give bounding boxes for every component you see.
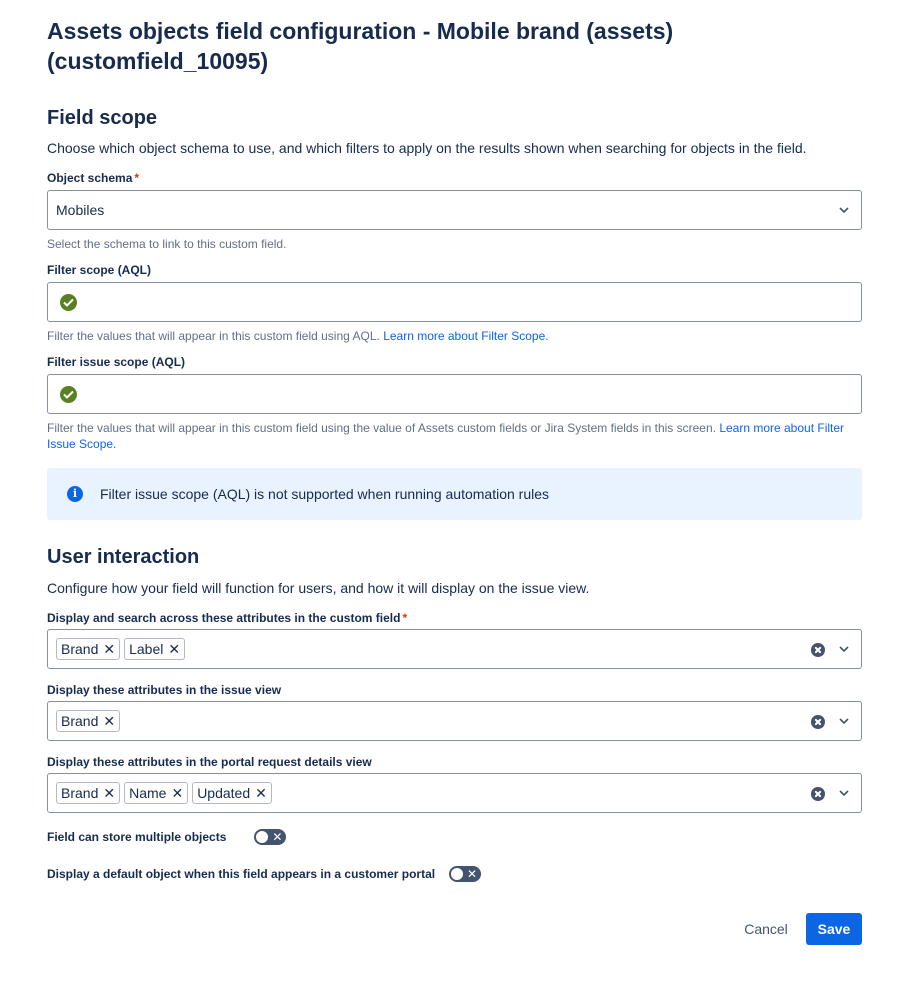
filter-scope-helper: Filter the values that will appear in th… <box>47 328 862 344</box>
chip-list: Brand ✕ Name ✕ Updated ✕ <box>56 782 272 804</box>
chip-list: Brand ✕ Label ✕ <box>56 638 186 660</box>
attribute-chip: Name ✕ <box>124 782 189 804</box>
chevron-down-icon[interactable] <box>839 716 849 726</box>
close-icon: ✕ <box>467 867 478 881</box>
page-title: Assets objects field configuration - Mob… <box>47 18 674 74</box>
chip-list: Brand ✕ <box>56 710 121 732</box>
info-icon: i <box>67 486 83 502</box>
close-icon: ✕ <box>272 830 283 844</box>
attribute-chip: Label ✕ <box>124 638 186 660</box>
portal-view-multiselect[interactable]: Brand ✕ Name ✕ Updated ✕ <box>47 773 862 813</box>
remove-chip-icon[interactable]: ✕ <box>103 786 115 800</box>
save-button[interactable]: Save <box>806 913 862 945</box>
check-circle-icon <box>60 386 77 403</box>
portal-view-label: Display these attributes in the portal r… <box>47 755 372 769</box>
info-section-message: i Filter issue scope (AQL) is not suppor… <box>47 468 862 520</box>
toggle-knob <box>451 868 464 880</box>
multiple-objects-row: Field can store multiple objects ✕ <box>47 829 287 845</box>
learn-more-filter-scope-link[interactable]: Learn more about Filter Scope. <box>383 329 548 343</box>
chip-label: Brand <box>61 785 99 801</box>
default-object-label: Display a default object when this field… <box>47 867 436 881</box>
chip-label: Name <box>129 785 167 801</box>
toggle-knob <box>256 831 269 843</box>
chevron-down-icon[interactable] <box>839 788 849 798</box>
remove-chip-icon[interactable]: ✕ <box>103 642 115 656</box>
filter-scope-label: Filter scope (AQL) <box>47 263 152 277</box>
chip-label: Brand <box>61 641 99 657</box>
display-search-multiselect[interactable]: Brand ✕ Label ✕ <box>47 629 862 669</box>
user-interaction-heading: User interaction <box>47 546 200 568</box>
remove-chip-icon[interactable]: ✕ <box>255 786 267 800</box>
chip-label: Brand <box>61 713 99 729</box>
object-schema-value: Mobiles <box>56 202 105 218</box>
object-schema-label-text: Object schema <box>47 171 133 185</box>
display-search-label-text: Display and search across these attribut… <box>47 611 401 625</box>
clear-icon[interactable] <box>811 715 825 729</box>
filter-issue-scope-helper: Filter the values that will appear in th… <box>47 420 862 452</box>
attribute-chip: Brand ✕ <box>56 710 121 732</box>
filter-issue-scope-input[interactable] <box>47 374 862 414</box>
field-scope-heading: Field scope <box>47 107 158 129</box>
chip-label: Updated <box>197 785 251 801</box>
attribute-chip: Updated ✕ <box>192 782 272 804</box>
check-circle-icon <box>60 294 77 311</box>
info-message-text: Filter issue scope (AQL) is not supporte… <box>100 486 550 502</box>
chip-label: Label <box>129 641 164 657</box>
issue-view-label: Display these attributes in the issue vi… <box>47 683 282 697</box>
filter-scope-helper-text: Filter the values that will appear in th… <box>47 329 380 343</box>
filter-scope-input[interactable] <box>47 282 862 322</box>
clear-icon[interactable] <box>811 787 825 801</box>
field-scope-description: Choose which object schema to use, and w… <box>47 140 807 156</box>
chevron-down-icon[interactable] <box>839 205 849 215</box>
object-schema-select[interactable]: Mobiles <box>47 190 862 230</box>
attribute-chip: Brand ✕ <box>56 638 121 660</box>
multiple-objects-toggle[interactable]: ✕ <box>254 829 287 845</box>
object-schema-label: Object schema * <box>47 171 139 185</box>
default-object-row: Display a default object when this field… <box>47 866 482 882</box>
issue-view-multiselect[interactable]: Brand ✕ <box>47 701 862 741</box>
default-object-toggle[interactable]: ✕ <box>449 866 482 882</box>
remove-chip-icon[interactable]: ✕ <box>171 786 183 800</box>
required-mark: * <box>402 611 408 625</box>
remove-chip-icon[interactable]: ✕ <box>168 642 180 656</box>
clear-icon[interactable] <box>811 643 825 657</box>
filter-issue-scope-helper-text: Filter the values that will appear in th… <box>47 421 716 435</box>
cancel-button[interactable]: Cancel <box>731 913 801 945</box>
multiple-objects-label: Field can store multiple objects <box>47 830 227 844</box>
remove-chip-icon[interactable]: ✕ <box>103 714 115 728</box>
chevron-down-icon[interactable] <box>839 644 849 654</box>
filter-issue-scope-label: Filter issue scope (AQL) <box>47 355 186 369</box>
attribute-chip: Brand ✕ <box>56 782 121 804</box>
object-schema-helper: Select the schema to link to this custom… <box>47 237 287 251</box>
user-interaction-description: Configure how your field will function f… <box>47 580 590 596</box>
display-search-label: Display and search across these attribut… <box>47 611 407 625</box>
required-mark: * <box>134 171 140 185</box>
